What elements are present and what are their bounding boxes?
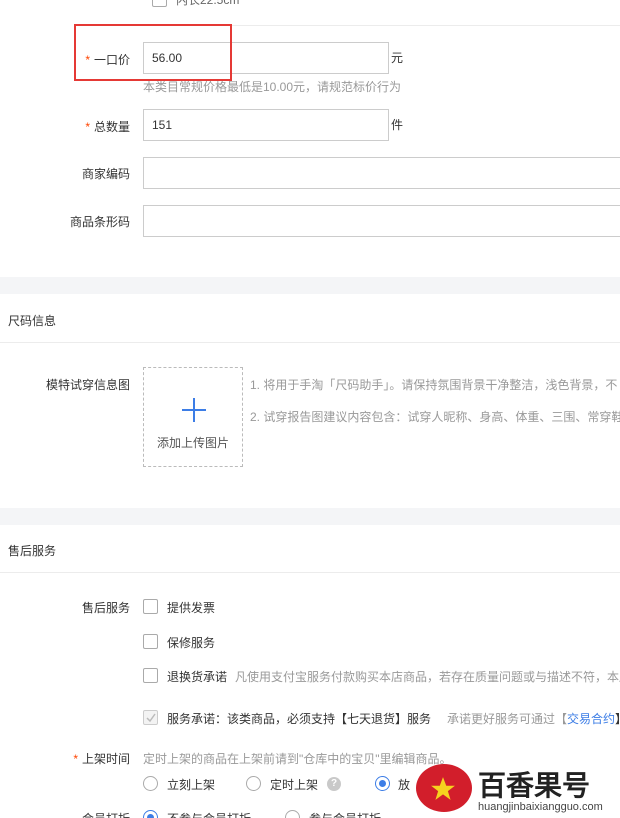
warranty-label: 保修服务 — [167, 636, 216, 650]
barcode-label: 商品条形码 — [69, 215, 130, 229]
highlight-annotation — [74, 24, 232, 81]
section-separator — [0, 277, 620, 294]
size-section-title: 尺码信息 — [8, 314, 57, 328]
return-checkbox[interactable] — [143, 668, 158, 683]
size-option-label: 内长22.5cm — [176, 0, 240, 7]
star-icon — [431, 777, 455, 800]
listing-time-hint: 定时上架的商品在上架前请到"仓库中的宝贝"里编辑商品。 — [143, 752, 452, 766]
no-discount-radio[interactable] — [143, 810, 158, 818]
warehouse-label: 放 — [398, 778, 411, 792]
commitment-text: 服务承诺：该类商品，必须支持【七天退货】服务 — [167, 712, 432, 726]
divider — [0, 572, 620, 573]
quantity-label: * 总数量 — [85, 120, 130, 134]
divider — [0, 342, 620, 343]
return-label: 退换货承诺 — [167, 670, 228, 684]
watermark-brand: 百香果号 — [478, 770, 591, 801]
size-tip-2: 2. 试穿报告图建议内容包含：试穿人昵称、身高、体重、三围、常穿鞋 — [250, 410, 620, 424]
upload-label: 添加上传图片 — [156, 436, 229, 450]
quantity-input[interactable]: 151 — [143, 109, 389, 141]
help-icon[interactable]: ? — [327, 777, 341, 791]
scheduled-list-label: 定时上架 — [270, 778, 319, 792]
model-image-label: 模特试穿信息图 — [45, 378, 130, 392]
better-service-text: 承诺更好服务可通过【交易合约】 — [447, 712, 620, 726]
seven-day-return-checkbox — [143, 710, 158, 725]
member-discount-label: 会员打折 — [30, 810, 130, 818]
watermark: 百香果号 huangjinbaixiangguo.com — [410, 758, 620, 818]
no-discount-label: 不参与会员打折 — [167, 810, 251, 818]
invoice-checkbox[interactable] — [143, 599, 158, 614]
list-now-label: 立刻上架 — [167, 778, 216, 792]
after-sales-section-title: 售后服务 — [8, 544, 57, 558]
merchant-code-input[interactable] — [143, 157, 620, 189]
warehouse-radio[interactable] — [375, 776, 390, 791]
upload-image-box[interactable]: 添加上传图片 — [143, 367, 243, 467]
trade-contract-link[interactable]: 交易合约 — [567, 712, 615, 726]
return-description: 凡使用支付宝服务付款购买本店商品，若存在质量问题或与描述不符，本店 — [235, 670, 620, 684]
plus-icon — [182, 398, 206, 422]
discount-label: 参与会员打折 — [309, 810, 381, 818]
check-icon — [146, 713, 156, 723]
scheduled-list-radio[interactable] — [246, 776, 261, 791]
watermark-domain: huangjinbaixiangguo.com — [478, 801, 603, 813]
section-separator — [0, 508, 620, 525]
size-tip-1: 1. 将用于手淘「尺码助手」。请保持氛围背景干净整洁，浅色背景，不 — [250, 378, 618, 392]
quantity-unit: 件 — [391, 118, 404, 132]
price-unit: 元 — [391, 51, 404, 65]
size-option-checkbox[interactable] — [152, 0, 167, 7]
watermark-logo — [416, 764, 472, 812]
after-sales-label: 售后服务 — [81, 601, 130, 615]
warranty-checkbox[interactable] — [143, 634, 158, 649]
listing-time-label: * 上架时间 — [73, 752, 130, 766]
discount-radio[interactable] — [285, 810, 300, 818]
list-now-radio[interactable] — [143, 776, 158, 791]
barcode-input[interactable] — [143, 205, 620, 237]
invoice-label: 提供发票 — [167, 601, 216, 615]
merchant-code-label: 商家编码 — [81, 167, 130, 181]
